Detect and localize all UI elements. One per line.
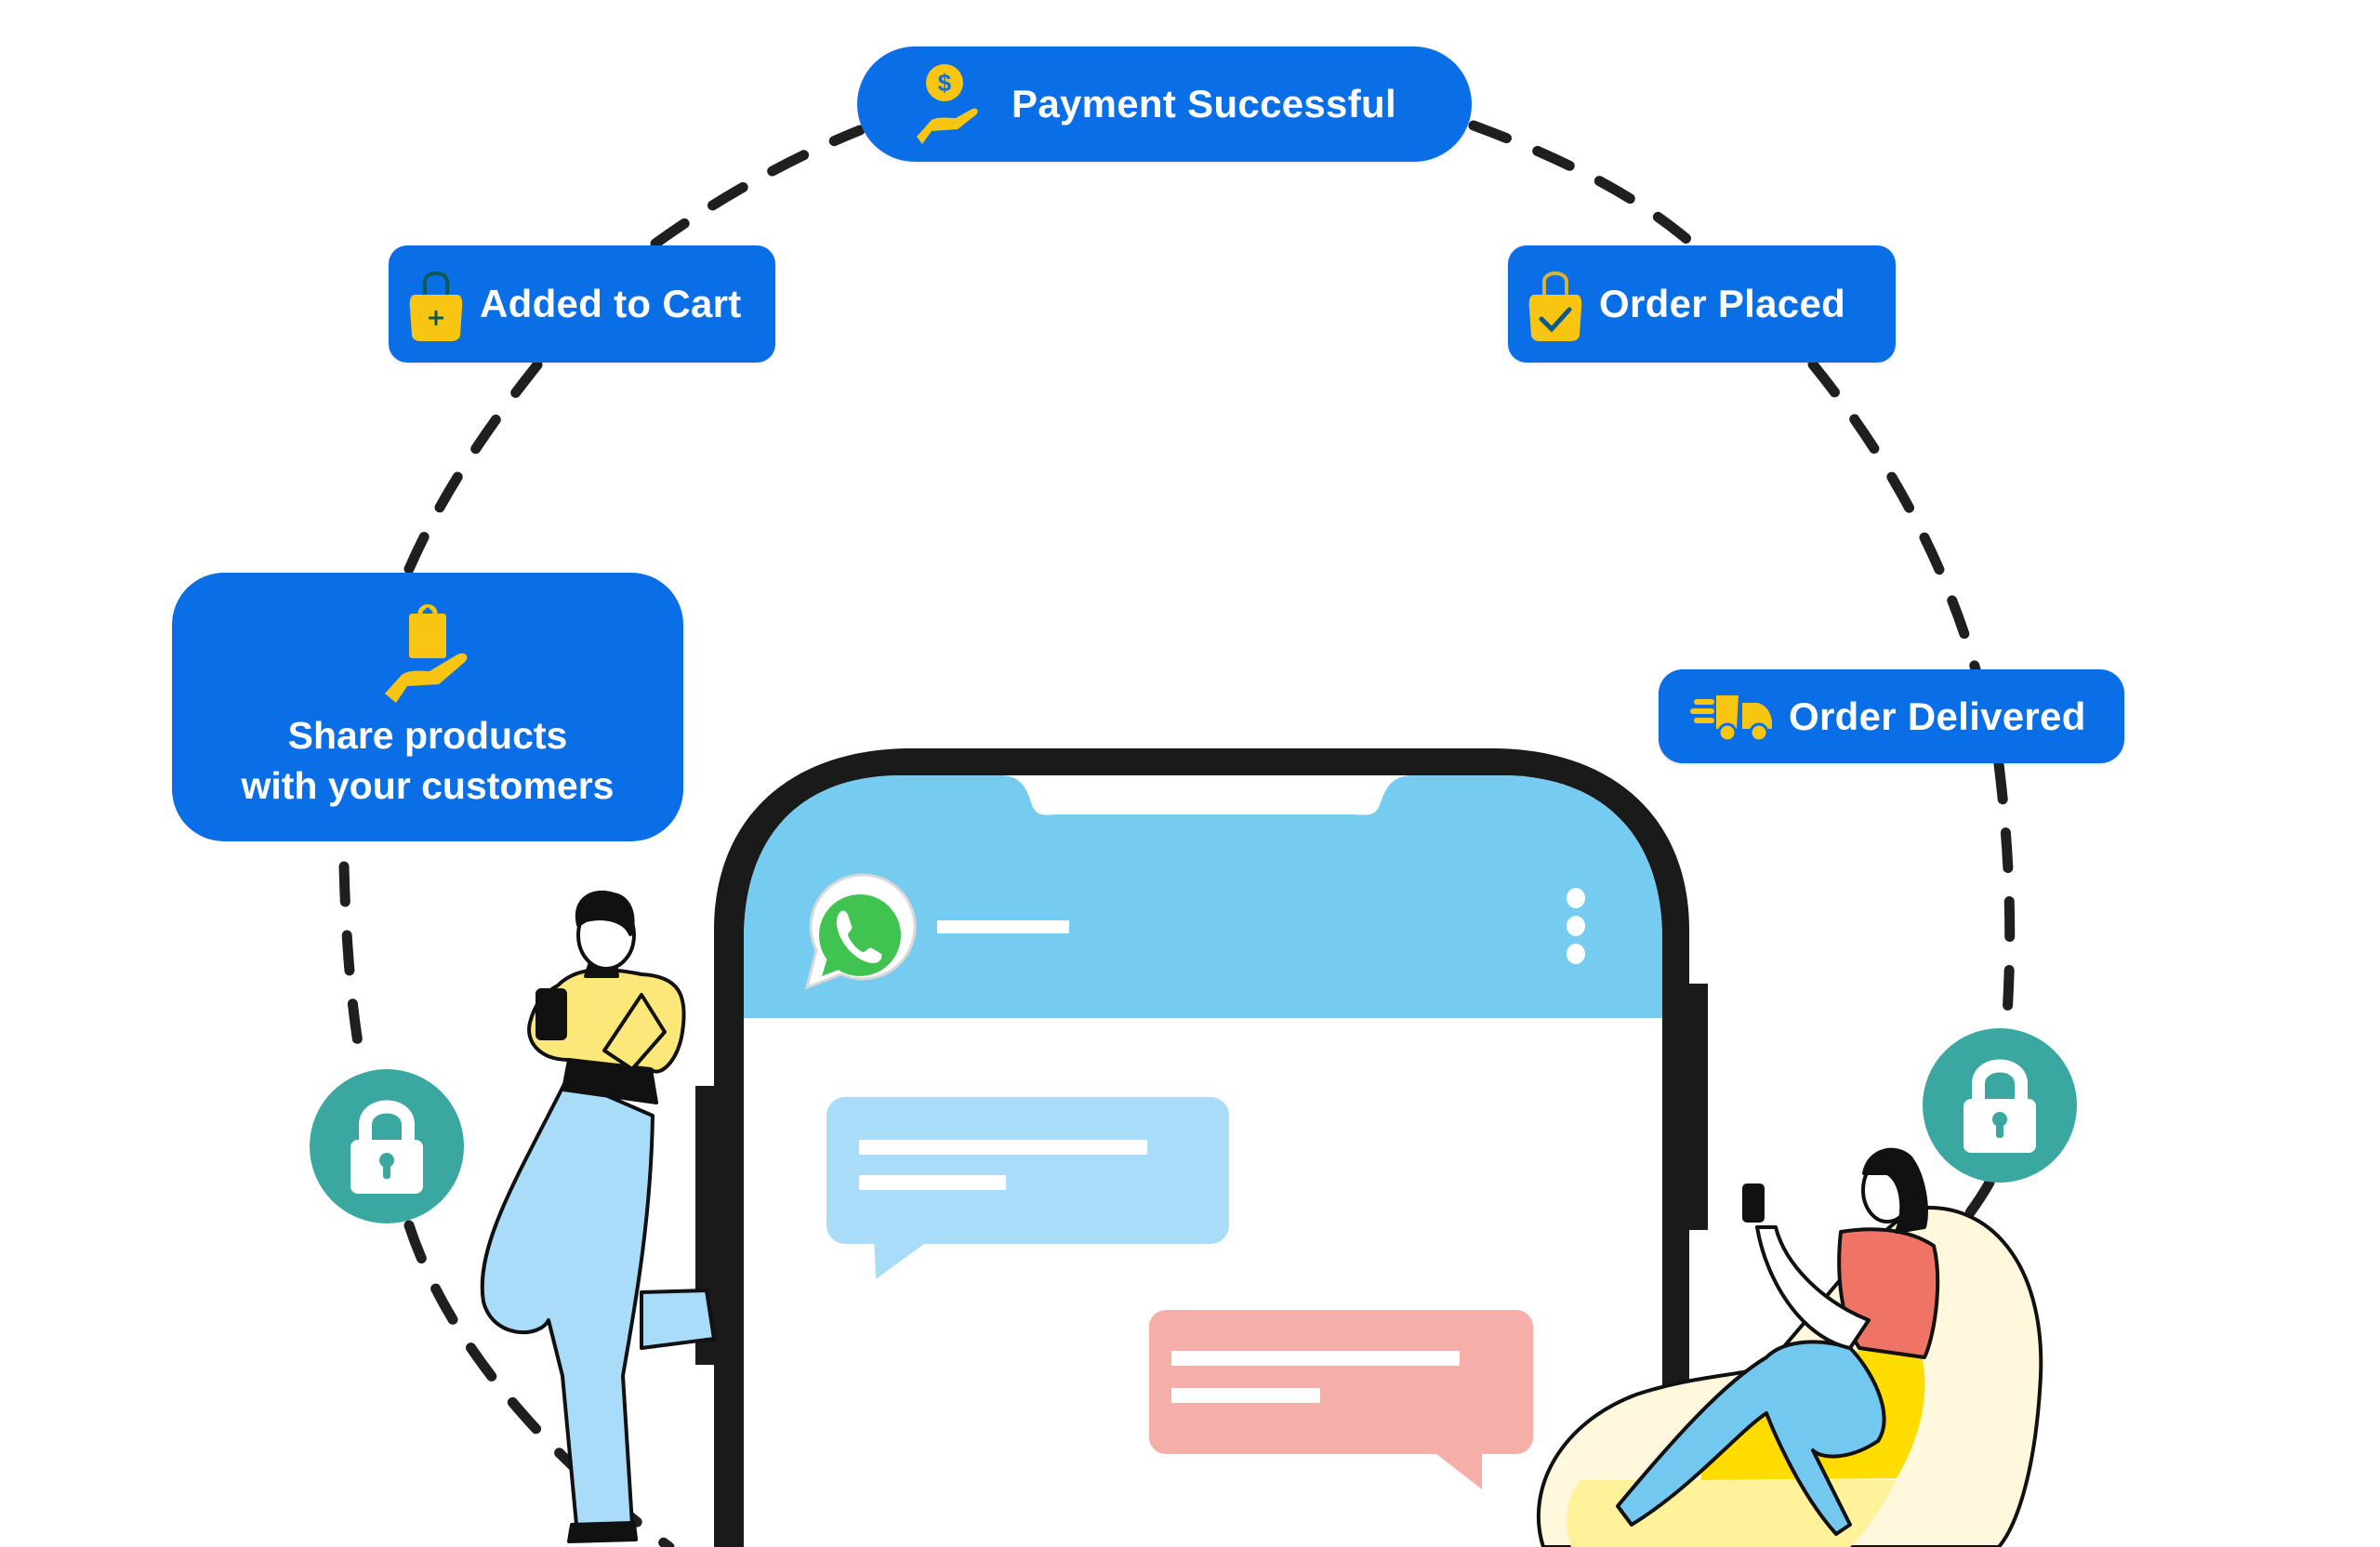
message-line — [859, 1140, 1147, 1155]
connector-payment-to-placed — [1468, 120, 1698, 249]
contact-name-placeholder — [937, 920, 1069, 933]
step-payment-successful: $ Payment Successful — [857, 46, 1472, 162]
connector-cart-to-payment — [650, 125, 866, 249]
step-order-delivered: Order Delivered — [1659, 669, 2124, 763]
connector-delivered-to-lock — [1993, 759, 2016, 1034]
woman-phone — [1742, 1183, 1765, 1223]
step-label: Payment Successful — [1012, 82, 1396, 126]
step-label-line1: Share products — [287, 714, 568, 757]
phone-illustration — [695, 748, 1708, 1547]
connector-share-to-cart — [403, 357, 545, 575]
step-label-line2: with your customers — [241, 764, 615, 807]
lock-badge-right — [1923, 1028, 2077, 1183]
step-share-products: Share products with your customers — [172, 573, 683, 841]
vertical-dots-menu-icon[interactable] — [1567, 888, 1585, 964]
man-with-phone-illustration — [480, 890, 716, 1543]
message-line — [859, 1175, 1006, 1190]
man-shoe — [567, 1521, 638, 1543]
connector-share-to-lock — [338, 861, 368, 1075]
step-order-placed: Order Placed — [1508, 245, 1896, 363]
man-phone — [536, 988, 567, 1040]
beanbag-front — [1566, 1480, 1897, 1547]
step-added-to-cart: Added to Cart — [389, 245, 775, 363]
connector-placed-to-delivered — [1807, 359, 1981, 675]
shopping-bag-plus-icon — [409, 271, 463, 341]
connector-lock-right-down — [1961, 1177, 1995, 1223]
hand-holding-bag-icon — [385, 604, 468, 703]
man-back-leg — [640, 1289, 716, 1350]
svg-text:$: $ — [938, 69, 952, 97]
padlock-icon — [1964, 1059, 2036, 1153]
step-label: Order Delivered — [1789, 694, 2086, 738]
step-label: Added to Cart — [480, 282, 742, 325]
lock-badge-left — [310, 1069, 464, 1223]
message-line — [1171, 1351, 1460, 1366]
hand-holding-dollar-icon: $ — [917, 64, 978, 144]
message-line — [1171, 1388, 1320, 1403]
shopping-bag-check-icon — [1528, 271, 1582, 341]
phone-side-button-right — [1687, 984, 1708, 1230]
delivery-truck-icon — [1690, 694, 1772, 742]
step-label: Order Placed — [1599, 282, 1846, 325]
padlock-icon — [350, 1100, 423, 1194]
